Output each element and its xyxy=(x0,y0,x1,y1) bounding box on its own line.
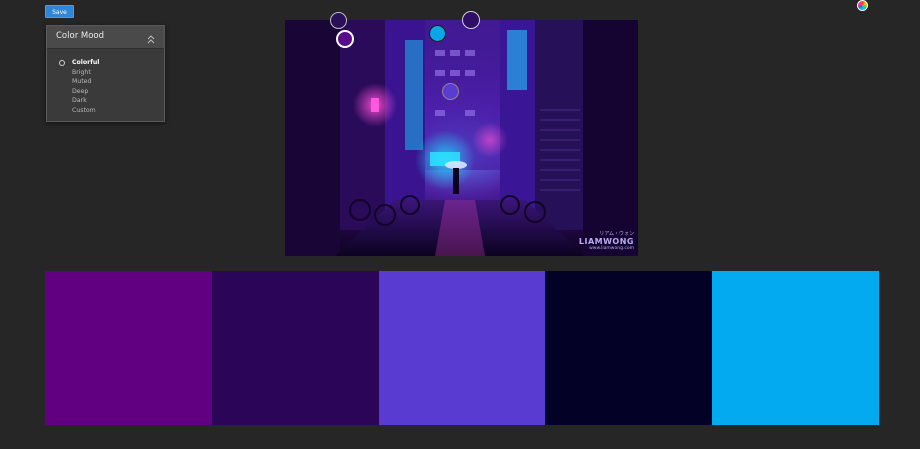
swatch-3[interactable] xyxy=(378,271,546,425)
mood-option-bright[interactable]: Bright xyxy=(59,68,99,78)
mood-option-label: Dark xyxy=(72,97,87,105)
swatch-2[interactable] xyxy=(211,271,379,425)
color-mood-panel: Color Mood Colorful Bright Muted Deep Da… xyxy=(46,25,165,122)
swatch-1[interactable] xyxy=(45,271,212,425)
swatch-4[interactable] xyxy=(545,271,713,425)
color-picker-handle[interactable] xyxy=(429,25,446,42)
panel-title: Color Mood xyxy=(56,31,105,41)
mood-option-label: Bright xyxy=(72,68,91,76)
source-photo[interactable] xyxy=(285,20,638,256)
photo-watermark: リアム・ウォン LIAMWONG www.liamwong.com xyxy=(568,231,634,252)
mood-option-custom[interactable]: Custom xyxy=(59,106,99,116)
mood-option-dark[interactable]: Dark xyxy=(59,96,99,106)
color-mood-header[interactable]: Color Mood xyxy=(47,26,164,49)
mood-options-list: Colorful Bright Muted Deep Dark Custom xyxy=(59,58,99,116)
color-picker-handle[interactable] xyxy=(442,83,459,100)
color-wheel-icon[interactable] xyxy=(857,0,868,11)
save-button[interactable]: Save xyxy=(45,5,74,18)
watermark-name: LIAMWONG xyxy=(578,237,634,246)
color-picker-handle[interactable] xyxy=(330,12,347,29)
mood-option-label: Muted xyxy=(72,78,92,86)
color-picker-handle[interactable] xyxy=(336,30,354,48)
chevron-double-up-icon[interactable] xyxy=(146,31,156,44)
watermark-url: www.liamwong.com xyxy=(589,246,634,251)
palette-swatches xyxy=(45,271,879,425)
mood-option-muted[interactable]: Muted xyxy=(59,77,99,87)
mood-option-label: Deep xyxy=(72,87,89,95)
mood-option-deep[interactable]: Deep xyxy=(59,87,99,97)
radio-icon[interactable] xyxy=(59,59,65,66)
swatch-5[interactable] xyxy=(712,271,879,425)
mood-option-label: Custom xyxy=(72,106,96,114)
mood-option-label: Colorful xyxy=(72,59,100,66)
photo-illustration xyxy=(285,20,638,256)
color-picker-handle[interactable] xyxy=(462,11,480,29)
mood-option-colorful[interactable]: Colorful xyxy=(59,58,99,68)
